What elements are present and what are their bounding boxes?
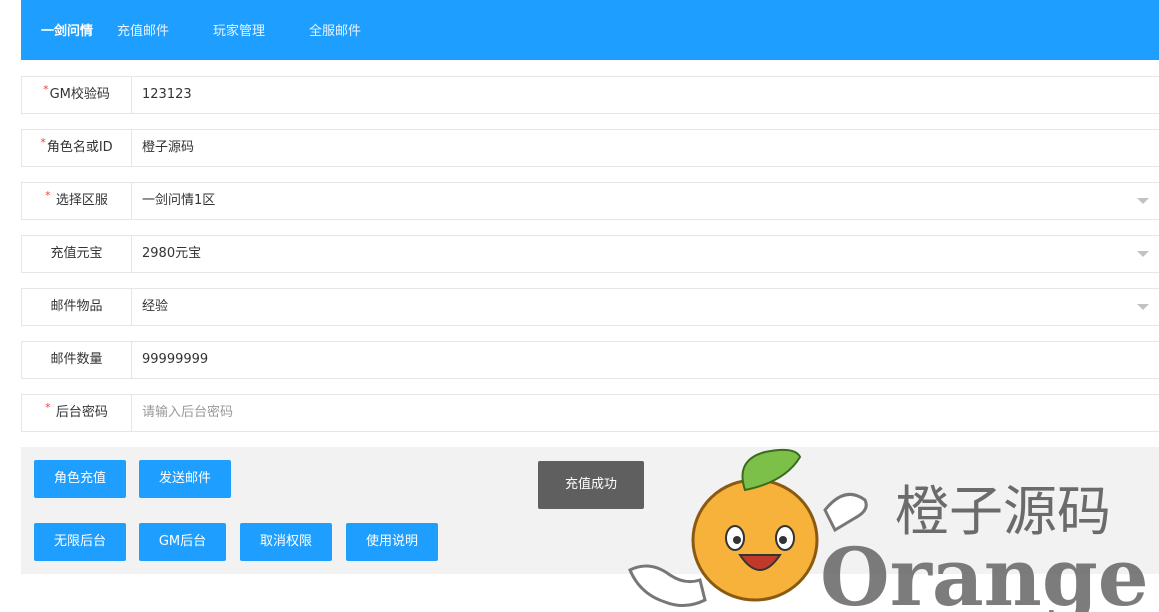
server-label: * 选择区服 — [22, 183, 132, 219]
chevron-down-icon[interactable] — [1137, 198, 1149, 204]
required-mark: * — [43, 83, 49, 96]
nav-recharge-mail[interactable]: 充值邮件 — [117, 20, 169, 39]
gm-code-row: *GM校验码 123123 — [21, 76, 1159, 114]
revoke-permission-button[interactable]: 取消权限 — [240, 523, 332, 561]
recharge-select[interactable]: 2980元宝 — [142, 236, 1142, 272]
password-label: * 后台密码 — [22, 395, 132, 431]
orange-logo-watermark: 橙子源码 Orange — [628, 448, 1149, 612]
server-select[interactable]: 一剑问情1区 — [142, 183, 1142, 219]
nav-server-mail[interactable]: 全服邮件 — [309, 20, 361, 39]
recharge-label: 充值元宝 — [22, 236, 132, 272]
role-row: *角色名或ID 橙子源码 — [21, 129, 1159, 167]
brand-title[interactable]: 一剑问情 — [41, 20, 93, 39]
gm-code-label: *GM校验码 — [22, 77, 132, 113]
role-recharge-button[interactable]: 角色充值 — [34, 460, 126, 498]
password-input[interactable]: 请输入后台密码 — [142, 395, 233, 431]
item-select[interactable]: 经验 — [142, 289, 1142, 325]
chevron-down-icon[interactable] — [1137, 251, 1149, 257]
item-row: 邮件物品 经验 — [21, 288, 1159, 326]
quantity-label: 邮件数量 — [22, 342, 132, 378]
password-row: * 后台密码 请输入后台密码 — [21, 394, 1159, 432]
gm-code-input[interactable]: 123123 — [142, 77, 192, 113]
recharge-row: 充值元宝 2980元宝 — [21, 235, 1159, 273]
help-button[interactable]: 使用说明 — [346, 523, 438, 561]
unlimited-admin-button[interactable]: 无限后台 — [34, 523, 126, 561]
required-mark: * — [40, 136, 46, 149]
required-mark: * — [45, 401, 51, 414]
gm-admin-button[interactable]: GM后台 — [139, 523, 226, 561]
nav-player-management[interactable]: 玩家管理 — [213, 20, 265, 39]
role-input[interactable]: 橙子源码 — [142, 130, 194, 166]
top-nav-bar: 一剑问情 充值邮件 玩家管理 全服邮件 — [21, 0, 1159, 60]
server-row: * 选择区服 一剑问情1区 — [21, 182, 1159, 220]
item-label: 邮件物品 — [22, 289, 132, 325]
required-mark: * — [45, 189, 51, 202]
send-mail-button[interactable]: 发送邮件 — [139, 460, 231, 498]
quantity-row: 邮件数量 99999999 — [21, 341, 1159, 379]
chevron-down-icon[interactable] — [1137, 304, 1149, 310]
quantity-input[interactable]: 99999999 — [142, 342, 208, 378]
role-label: *角色名或ID — [22, 130, 132, 166]
watermark-en-text: Orange — [820, 530, 1149, 612]
